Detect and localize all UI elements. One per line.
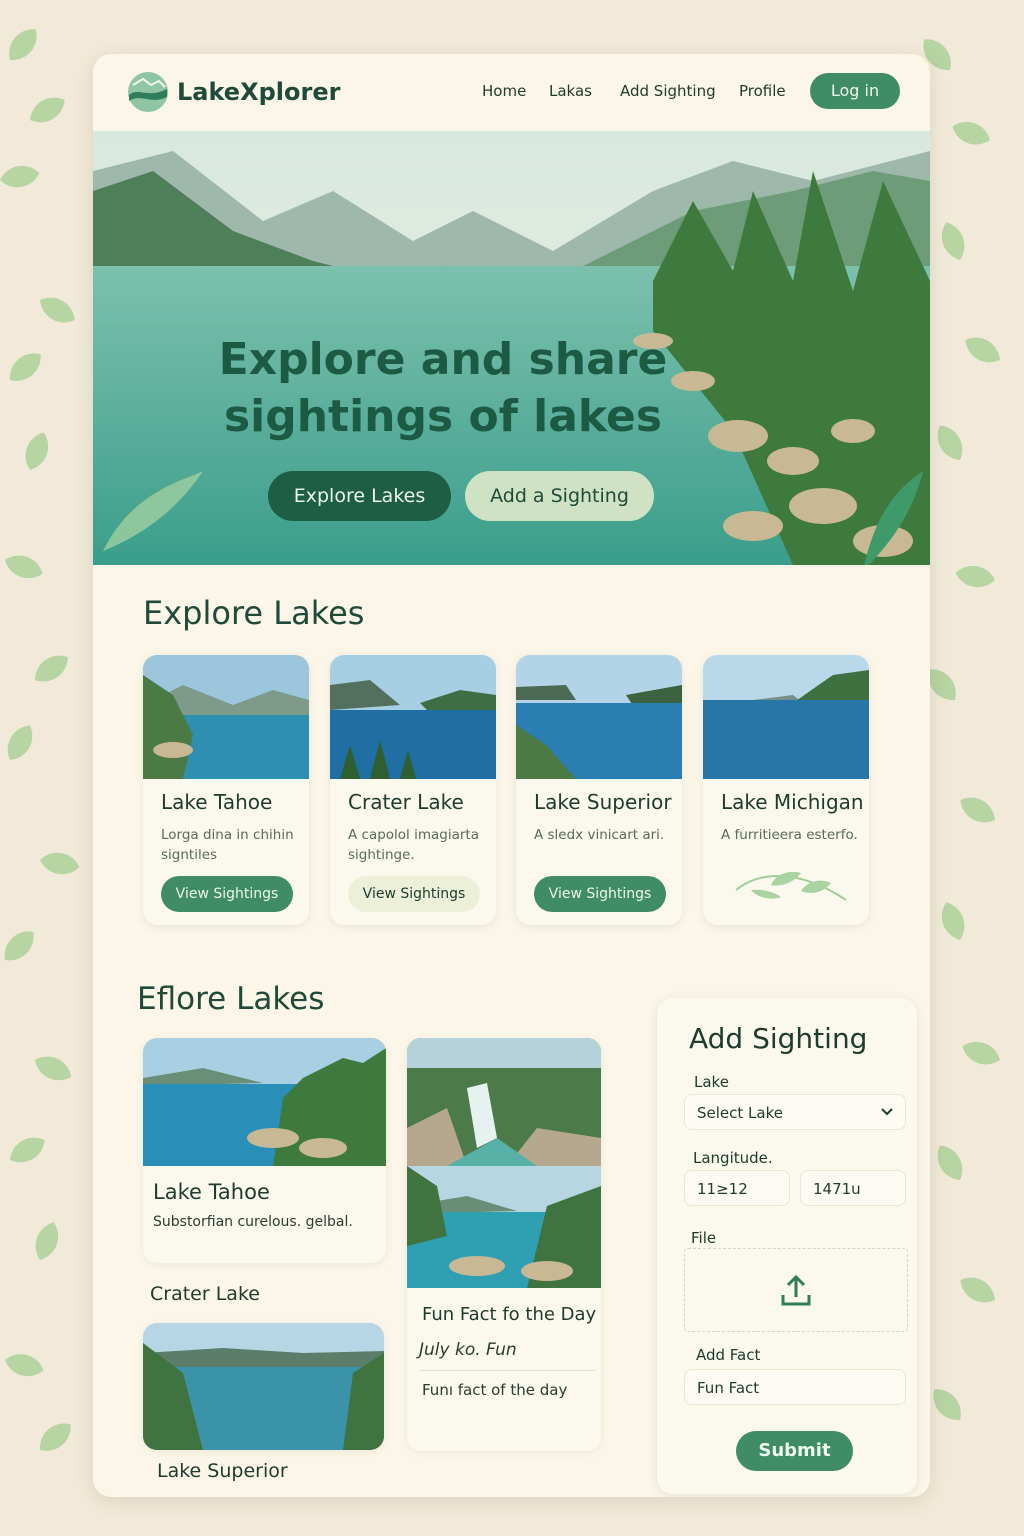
upload-icon bbox=[781, 1274, 811, 1306]
file-label: File bbox=[691, 1229, 717, 1247]
lake-select[interactable]: Select Lake bbox=[684, 1094, 906, 1130]
view-sightings-button[interactable]: View Sightings bbox=[161, 876, 293, 912]
nav-home[interactable]: Home bbox=[482, 82, 526, 100]
add-sighting-form: Add Sighting Lake Select Lake Langitude.… bbox=[657, 998, 917, 1494]
longitude-label: Langitude. bbox=[693, 1149, 773, 1167]
waterfall-image bbox=[407, 1038, 601, 1166]
nav-profile[interactable]: Profile bbox=[739, 82, 786, 100]
gallery-heading: Eflore Lakes bbox=[137, 981, 325, 1017]
longitude-field[interactable]: 1471u bbox=[800, 1170, 906, 1206]
lake-card: Lake Michigan A furritieera esterfo. bbox=[703, 655, 869, 925]
fun-fact-title: Fun Fact fo the Day bbox=[422, 1304, 597, 1325]
explore-lakes-heading: Explore Lakes bbox=[143, 594, 365, 632]
lake-select-value: Select Lake bbox=[697, 1104, 783, 1122]
view-sightings-button[interactable]: View Sightings bbox=[534, 876, 666, 912]
gallery-item-name: Crater Lake bbox=[150, 1283, 260, 1305]
nav-lakes[interactable]: Lakas bbox=[549, 82, 592, 100]
top-header: LakeXplorer Home Lakas Add Sighting Prof… bbox=[93, 54, 930, 131]
latitude-field[interactable]: 11≥12 bbox=[684, 1170, 790, 1206]
gallery-card-description: Substorfian curelous. gelbal. bbox=[153, 1214, 353, 1230]
view-sightings-button[interactable]: View Sightings bbox=[348, 876, 480, 912]
lake-superior-image bbox=[516, 655, 682, 779]
add-fact-label: Add Fact bbox=[696, 1346, 761, 1364]
fun-fact-field[interactable]: Fun Fact bbox=[684, 1369, 906, 1405]
crater-lake-image bbox=[330, 655, 496, 779]
gallery-card-name: Lake Tahoe bbox=[153, 1180, 270, 1204]
fun-fact-text: Funı fact of the day bbox=[422, 1381, 568, 1399]
lake-card-description: A sledx vinicart ari. bbox=[534, 827, 665, 843]
lake-card-name: Lake Michigan bbox=[721, 790, 864, 814]
brand-name: LakeXplorer bbox=[177, 78, 341, 106]
hero-title-line-1: Explore and share bbox=[218, 334, 668, 385]
main-card: LakeXplorer Home Lakas Add Sighting Prof… bbox=[93, 54, 930, 1497]
login-button[interactable]: Log in bbox=[810, 73, 900, 109]
chevron-down-icon bbox=[881, 1108, 893, 1116]
file-upload-dropzone[interactable] bbox=[684, 1248, 908, 1332]
lake-card-name: Lake Tahoe bbox=[161, 790, 273, 814]
lake-card-description: Lorga dina in chihin signtiles bbox=[161, 827, 294, 863]
gallery-card-lake-tahoe: Lake Tahoe Substorfian curelous. gelbal. bbox=[143, 1038, 386, 1263]
hero-banner: Explore and share sightings of lakes Exp… bbox=[93, 131, 930, 565]
hero-title-line-2: sightings of lakes bbox=[223, 391, 663, 442]
explore-lakes-button[interactable]: Explore Lakes bbox=[268, 471, 451, 521]
lake-tahoe-image bbox=[143, 655, 309, 779]
lake-card: Lake Superior A sledx vinicart ari. View… bbox=[516, 655, 682, 925]
divider bbox=[419, 1370, 595, 1371]
gallery-item-name: Lake Superior bbox=[157, 1460, 288, 1482]
fun-fact-italic: July ko. Fun bbox=[419, 1340, 517, 1360]
lake-card-description: A capolol imagiarta sightinge. bbox=[348, 827, 479, 863]
lake-michigan-image bbox=[703, 655, 869, 779]
form-title: Add Sighting bbox=[689, 1022, 868, 1055]
lake-shore-image bbox=[407, 1166, 601, 1288]
lake-card-name: Crater Lake bbox=[348, 790, 464, 814]
lake-label: Lake bbox=[694, 1073, 729, 1091]
gallery-card-lake-superior bbox=[143, 1323, 384, 1450]
lake-tahoe-gallery-image bbox=[143, 1038, 386, 1166]
lake-logo-icon bbox=[128, 72, 168, 112]
lake-card-description: A furritieera esterfo. bbox=[721, 827, 858, 843]
nav-add-sighting[interactable]: Add Sighting bbox=[620, 82, 716, 100]
lake-card-name: Lake Superior bbox=[534, 790, 672, 814]
add-sighting-hero-button[interactable]: Add a Sighting bbox=[465, 471, 654, 521]
leaf-decoration-icon bbox=[735, 871, 847, 901]
submit-button[interactable]: Submit bbox=[736, 1431, 853, 1471]
lake-card: Crater Lake A capolol imagiarta sighting… bbox=[330, 655, 496, 925]
lake-card: Lake Tahoe Lorga dina in chihin signtile… bbox=[143, 655, 309, 925]
lake-superior-gallery-image bbox=[143, 1323, 384, 1450]
hero-title: Explore and share sightings of lakes bbox=[93, 331, 793, 445]
